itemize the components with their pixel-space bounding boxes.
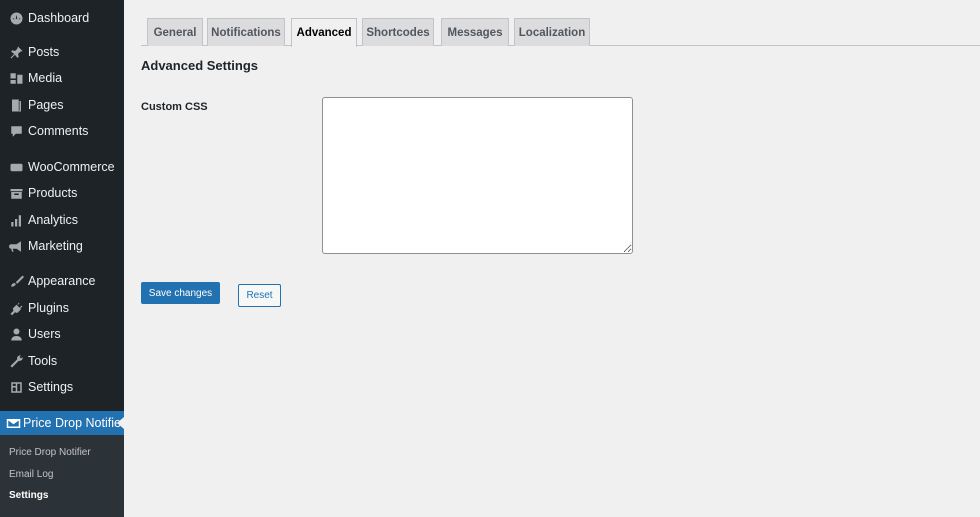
menu-label: Dashboard (28, 11, 90, 25)
menu-item-appearance[interactable]: Appearance (0, 268, 124, 294)
pages-icon (6, 95, 26, 115)
submenu: Price Drop Notifier Email Log Settings (0, 435, 124, 517)
menu-label: Comments (28, 124, 89, 138)
menu-item-pages[interactable]: Pages (0, 92, 124, 118)
menu-label: Price Drop Notifier (23, 416, 126, 430)
submenu-item-email-log[interactable]: Email Log (9, 469, 53, 480)
reset-button[interactable]: Reset (238, 284, 281, 307)
menu-item-users[interactable]: Users (0, 321, 124, 347)
menu-label: Marketing (28, 239, 83, 253)
custom-css-textarea[interactable] (322, 97, 633, 254)
brush-icon (6, 271, 26, 291)
current-indicator (117, 417, 124, 429)
dashboard-icon (6, 8, 26, 28)
menu-label: Posts (28, 45, 60, 59)
settings-icon (6, 377, 26, 397)
menu-item-media[interactable]: Media (0, 65, 124, 91)
pin-icon (6, 42, 26, 62)
menu-item-price-drop-notifier[interactable]: Price Drop Notifier (0, 411, 126, 435)
tab-notifications[interactable]: Notifications (207, 18, 285, 46)
megaphone-icon (6, 236, 26, 256)
media-icon (6, 68, 26, 88)
save-changes-button[interactable]: Save changes (141, 282, 220, 304)
menu-item-plugins[interactable]: Plugins (0, 295, 124, 321)
menu-label: Appearance (28, 274, 96, 288)
section-title: Advanced Settings (141, 58, 259, 73)
tab-localization[interactable]: Localization (514, 18, 590, 46)
menu-item-posts[interactable]: Posts (0, 39, 124, 65)
wrench-icon (6, 351, 26, 371)
submenu-item-price-drop-notifier[interactable]: Price Drop Notifier (9, 447, 91, 458)
tab-advanced[interactable]: Advanced (291, 18, 357, 47)
user-icon (6, 324, 26, 344)
menu-label: Plugins (28, 301, 69, 315)
menu-label: Media (28, 71, 63, 85)
menu-label: Pages (28, 98, 64, 112)
menu-label: Settings (28, 380, 74, 394)
woo-icon (6, 157, 26, 177)
bar-chart-icon (6, 210, 26, 230)
menu-label: Users (28, 327, 61, 341)
menu-label: WooCommerce (28, 160, 115, 174)
admin-sidebar: Dashboard Posts Media Pages Comments Woo… (0, 0, 126, 517)
submenu-item-settings[interactable]: Settings (9, 490, 48, 501)
menu-item-woocommerce[interactable]: WooCommerce (0, 154, 124, 180)
menu-item-analytics[interactable]: Analytics (0, 207, 124, 233)
archive-icon (6, 183, 26, 203)
menu-label: Analytics (28, 213, 79, 227)
menu-item-comments[interactable]: Comments (0, 118, 124, 144)
menu-item-tools[interactable]: Tools (0, 348, 124, 374)
tab-general[interactable]: General (147, 18, 203, 46)
tab-shortcodes[interactable]: Shortcodes (362, 18, 434, 46)
comment-icon (6, 121, 26, 141)
menu-item-settings[interactable]: Settings (0, 374, 124, 400)
menu-item-dashboard[interactable]: Dashboard (0, 5, 124, 31)
menu-label: Products (28, 186, 78, 200)
plug-icon (6, 298, 26, 318)
menu-label: Tools (28, 354, 58, 368)
mail-tag-icon (6, 413, 21, 433)
settings-tabs: General Notifications Advanced Shortcode… (141, 18, 980, 47)
custom-css-label: Custom CSS (141, 101, 208, 113)
menu-item-products[interactable]: Products (0, 180, 124, 206)
tab-messages[interactable]: Messages (441, 18, 509, 46)
menu-item-marketing[interactable]: Marketing (0, 233, 124, 259)
